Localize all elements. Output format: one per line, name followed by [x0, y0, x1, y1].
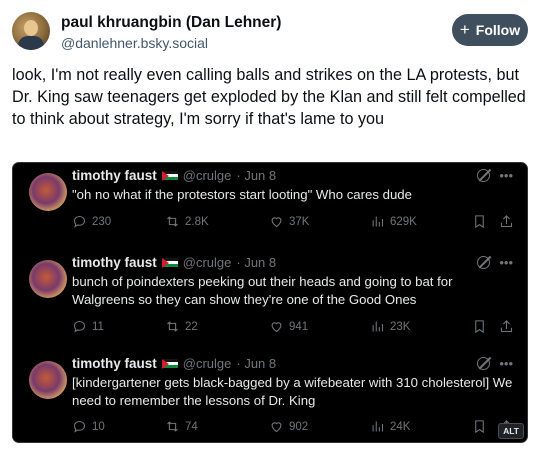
tweet-author-name: timothy faust — [72, 168, 157, 183]
like-stat: 37K — [269, 214, 309, 229]
reply-stat: 230 — [72, 214, 111, 229]
tweet-time: · Jun 8 — [236, 356, 277, 371]
repost-icon — [167, 321, 178, 332]
views-stat: 23K — [370, 319, 410, 334]
tweet-time: · Jun 8 — [236, 255, 277, 270]
views-icon — [372, 421, 384, 432]
author-handle[interactable]: @danlehner.bsky.social — [61, 35, 208, 51]
reply-stat: 10 — [72, 419, 105, 434]
heart-icon — [271, 422, 282, 433]
avatar-shirt — [18, 36, 44, 50]
tweet-text: bunch of poindexters peeking out their h… — [72, 274, 453, 307]
palestine-flag-icon — [161, 170, 178, 181]
tweet-actions: 10 74 902 24K — [72, 419, 517, 439]
palestine-flag-icon — [161, 358, 178, 369]
tweet-card: timothy faust @crulge · Jun 8 ••• "oh no… — [13, 163, 527, 259]
tweet-card: timothy faust @crulge · Jun 8 ••• bunch … — [13, 250, 527, 346]
views-stat: 629K — [370, 214, 417, 229]
tweet-text: [kindergartener gets black-bagged by a w… — [72, 375, 513, 408]
post-header: paul khruangbin (Dan Lehner) @danlehner.… — [12, 12, 528, 56]
tweet-time: · Jun 8 — [236, 168, 277, 183]
more-icon: ••• — [499, 254, 513, 270]
repost-stat: 22 — [165, 319, 198, 334]
repost-count: 2.8K — [185, 215, 209, 228]
repost-stat: 74 — [165, 419, 198, 434]
alt-text-badge[interactable]: ALT — [498, 423, 524, 439]
views-stat: 24K — [370, 419, 410, 434]
reply-count: 230 — [92, 215, 112, 228]
share-icon — [499, 319, 514, 334]
tweet-handle: @crulge — [182, 255, 232, 270]
repost-icon — [167, 421, 178, 432]
like-stat: 941 — [269, 319, 308, 334]
tweet-header-icons: ••• — [477, 256, 513, 269]
tweet-avatar — [29, 173, 67, 211]
tweet-card: timothy faust @crulge · Jun 8 ••• [kinde… — [13, 351, 527, 442]
tweet-handle: @crulge — [182, 168, 232, 183]
tweet-avatar — [29, 361, 67, 399]
reply-icon — [73, 320, 86, 333]
tweet-actions: 11 22 941 23K — [72, 319, 517, 339]
grok-icon — [477, 256, 491, 269]
tweet-handle: @crulge — [182, 356, 232, 371]
reply-count: 10 — [92, 420, 105, 433]
views-count: 23K — [390, 320, 411, 333]
reply-stat: 11 — [72, 319, 104, 334]
share-icon — [499, 214, 514, 229]
views-count: 24K — [390, 420, 411, 433]
tweet-header: timothy faust @crulge · Jun 8 — [72, 356, 276, 371]
heart-icon — [271, 217, 282, 228]
tweet-author-name: timothy faust — [72, 356, 157, 371]
like-count: 902 — [289, 420, 309, 433]
tweet-header: timothy faust @crulge · Jun 8 — [72, 255, 276, 270]
like-count: 37K — [289, 215, 310, 228]
repost-count: 74 — [185, 420, 198, 433]
grok-icon — [477, 169, 491, 182]
plus-icon: + — [459, 20, 470, 39]
tweet-actions: 230 2.8K 37K 629K — [72, 214, 517, 234]
follow-label: Follow — [475, 22, 521, 38]
bookmark-icon — [472, 419, 487, 434]
tweet-avatar — [29, 260, 67, 298]
more-icon: ••• — [499, 355, 513, 371]
tweet-author-name: timothy faust — [72, 255, 157, 270]
like-stat: 902 — [269, 419, 308, 434]
tweet-header-icons: ••• — [477, 357, 513, 370]
more-icon: ••• — [499, 167, 513, 183]
views-icon — [372, 216, 384, 227]
bookmark-icon — [472, 214, 487, 229]
tweet-text: "oh no what if the protestors start loot… — [72, 187, 412, 202]
reply-count: 11 — [92, 320, 104, 333]
embedded-image[interactable]: timothy faust @crulge · Jun 8 ••• "oh no… — [12, 162, 528, 443]
tweet-header-icons: ••• — [477, 169, 513, 182]
follow-button[interactable]: + Follow — [452, 14, 528, 46]
author-avatar[interactable] — [12, 12, 50, 50]
heart-icon — [271, 322, 282, 333]
bookmark-icon — [472, 319, 487, 334]
repost-stat: 2.8K — [165, 214, 209, 229]
reply-icon — [73, 420, 86, 433]
repost-icon — [167, 216, 178, 227]
repost-count: 22 — [185, 320, 198, 333]
views-icon — [372, 321, 384, 332]
avatar-face — [24, 20, 38, 36]
like-count: 941 — [289, 320, 309, 333]
post-text: look, I'm not really even calling balls … — [12, 66, 526, 128]
views-count: 629K — [390, 215, 417, 228]
grok-icon — [477, 357, 491, 370]
reply-icon — [73, 215, 86, 228]
palestine-flag-icon — [161, 257, 178, 268]
author-name[interactable]: paul khruangbin (Dan Lehner) — [61, 14, 281, 32]
tweet-header: timothy faust @crulge · Jun 8 — [72, 168, 276, 183]
